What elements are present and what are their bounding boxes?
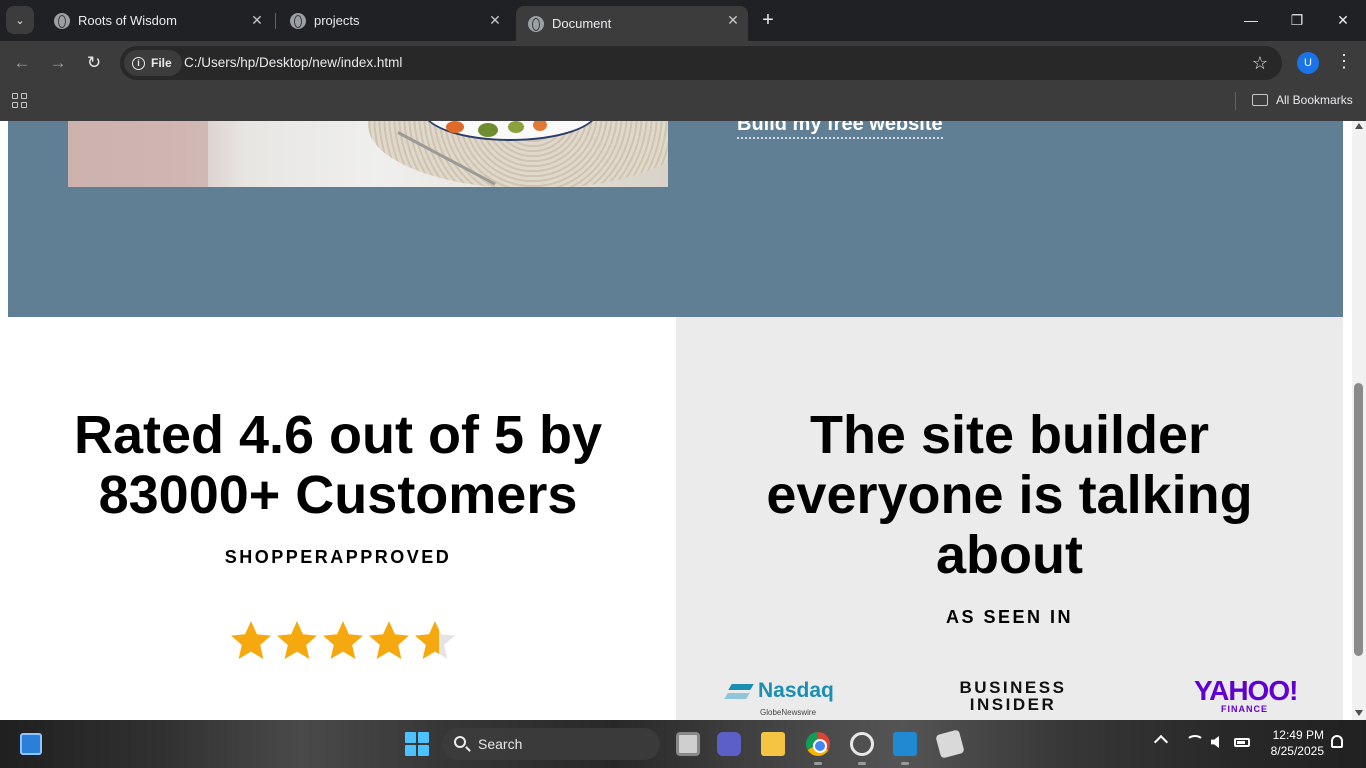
search-icon xyxy=(454,736,466,748)
address-bar[interactable]: i File C:/Users/hp/Desktop/new/index.htm… xyxy=(120,46,1282,80)
yahoo-finance-logo: YAHOO! xyxy=(1194,675,1298,706)
rating-section: Rated 4.6 out of 5 by 83000+ Customers S… xyxy=(0,317,676,720)
clock-time: 12:49 PM xyxy=(1272,728,1324,742)
url-text[interactable]: C:/Users/hp/Desktop/new/index.html xyxy=(184,55,402,70)
tab-divider xyxy=(275,13,276,29)
business-insider-logo: BUSINESS INSIDER xyxy=(959,678,1067,714)
reload-button[interactable]: ↻ xyxy=(82,51,106,75)
notifications-bell-icon[interactable] xyxy=(1331,735,1343,748)
site-info-chip[interactable]: i File xyxy=(124,50,182,76)
vegetable-shape xyxy=(508,121,524,133)
all-bookmarks-button[interactable]: All Bookmarks xyxy=(1276,93,1353,107)
close-tab-icon[interactable]: ✕ xyxy=(486,11,504,29)
nasdaq-mark-icon xyxy=(726,680,756,702)
rating-heading-line1: Rated 4.6 out of 5 by xyxy=(73,405,603,465)
tab-title: Roots of Wisdom xyxy=(78,13,177,28)
tab-search-menu-button[interactable]: ⌄ xyxy=(6,6,34,34)
apps-grid-icon[interactable] xyxy=(12,93,27,108)
tab-title: projects xyxy=(314,13,360,28)
tab-strip: ⌄ Roots of Wisdom ✕ projects ✕ Document … xyxy=(0,0,1366,41)
as-seen-in-label: AS SEEN IN xyxy=(945,607,1074,627)
media-heading-line2: everyone is talking xyxy=(766,465,1253,525)
globenewswire-text: GlobeNewswire xyxy=(760,708,817,717)
forward-button[interactable]: → xyxy=(46,51,70,75)
rating-source-label: SHOPPERAPPROVED xyxy=(224,547,452,567)
globe-icon xyxy=(528,15,544,32)
profile-avatar[interactable]: U xyxy=(1297,52,1319,74)
page-viewport: Build my free website Rated 4.6 out of 5… xyxy=(0,121,1352,720)
minimize-button[interactable]: — xyxy=(1228,6,1274,34)
star-rating xyxy=(229,619,457,663)
bookmarks-bar: All Bookmarks xyxy=(0,85,1366,121)
info-icon: i xyxy=(132,56,145,70)
rating-star-icon xyxy=(369,621,409,659)
restore-button[interactable]: ❐ xyxy=(1274,6,1320,34)
folder-icon xyxy=(1252,94,1268,106)
battery-icon[interactable] xyxy=(1234,738,1250,747)
chrome-icon[interactable] xyxy=(806,732,830,756)
tab-projects[interactable]: projects ✕ xyxy=(278,6,510,35)
running-indicator xyxy=(858,762,866,765)
file-explorer-icon[interactable] xyxy=(761,732,785,756)
scroll-up-arrow-icon[interactable] xyxy=(1355,123,1363,129)
scroll-down-arrow-icon[interactable] xyxy=(1355,710,1363,716)
yahoo-finance-sub: FINANCE xyxy=(1221,704,1268,714)
build-website-link[interactable]: Build my free website xyxy=(737,121,943,139)
clock-date: 8/25/2025 xyxy=(1270,744,1324,758)
rating-star-icon xyxy=(231,621,271,659)
system-clock[interactable]: 12:49 PM 8/25/2025 xyxy=(1262,727,1324,759)
globe-icon xyxy=(290,12,306,29)
vscode-icon[interactable] xyxy=(893,732,917,756)
scheme-label: File xyxy=(151,56,172,70)
food-photo xyxy=(68,121,668,187)
meet-app-icon[interactable] xyxy=(717,732,741,756)
start-button[interactable] xyxy=(405,732,429,756)
nasdaq-logo: Nasdaq xyxy=(726,679,834,703)
nasdaq-logo-text: Nasdaq xyxy=(758,679,834,702)
as-seen-in-section: The site builder everyone is talking abo… xyxy=(676,317,1343,720)
scrollbar-thumb[interactable] xyxy=(1354,383,1363,656)
rating-star-icon xyxy=(415,621,455,659)
close-window-button[interactable]: ✕ xyxy=(1320,6,1366,34)
close-tab-icon[interactable]: ✕ xyxy=(248,11,266,29)
rating-star-icon xyxy=(277,621,317,659)
vegetable-shape xyxy=(446,121,464,133)
task-view-icon[interactable] xyxy=(676,732,700,756)
running-indicator xyxy=(814,762,822,765)
chatgpt-icon[interactable] xyxy=(850,732,874,756)
globe-icon xyxy=(54,12,70,29)
widgets-icon[interactable] xyxy=(20,733,42,755)
tab-roots-of-wisdom[interactable]: Roots of Wisdom ✕ xyxy=(42,6,272,35)
close-tab-icon[interactable]: ✕ xyxy=(724,11,742,29)
page-scrollbar[interactable] xyxy=(1352,121,1366,720)
more-menu-icon[interactable]: ⋮ xyxy=(1334,51,1354,72)
wifi-icon[interactable] xyxy=(1186,735,1204,749)
bookmark-star-icon[interactable]: ☆ xyxy=(1252,53,1268,74)
search-label: Search xyxy=(478,736,523,752)
hero-section: Build my free website xyxy=(8,121,1343,317)
taskbar-search[interactable]: Search xyxy=(442,728,660,760)
tab-document[interactable]: Document ✕ xyxy=(516,6,748,41)
back-button[interactable]: ← xyxy=(10,51,34,75)
tab-title: Document xyxy=(552,16,612,31)
windows-taskbar: Search 12:49 PM 8/25/2025 xyxy=(0,720,1366,768)
new-tab-button[interactable]: + xyxy=(757,8,779,32)
browser-toolbar: ← → ↻ i File C:/Users/hp/Desktop/new/ind… xyxy=(0,41,1366,85)
rating-heading-line2: 83000+ Customers xyxy=(98,465,578,525)
vegetable-shape xyxy=(478,123,498,137)
rating-star-icon xyxy=(323,621,363,659)
running-indicator xyxy=(901,762,909,765)
napkin-shape xyxy=(68,121,208,187)
media-heading-line3: about xyxy=(936,525,1083,585)
media-heading-line1: The site builder xyxy=(809,405,1210,465)
bookmarks-divider xyxy=(1235,92,1236,110)
